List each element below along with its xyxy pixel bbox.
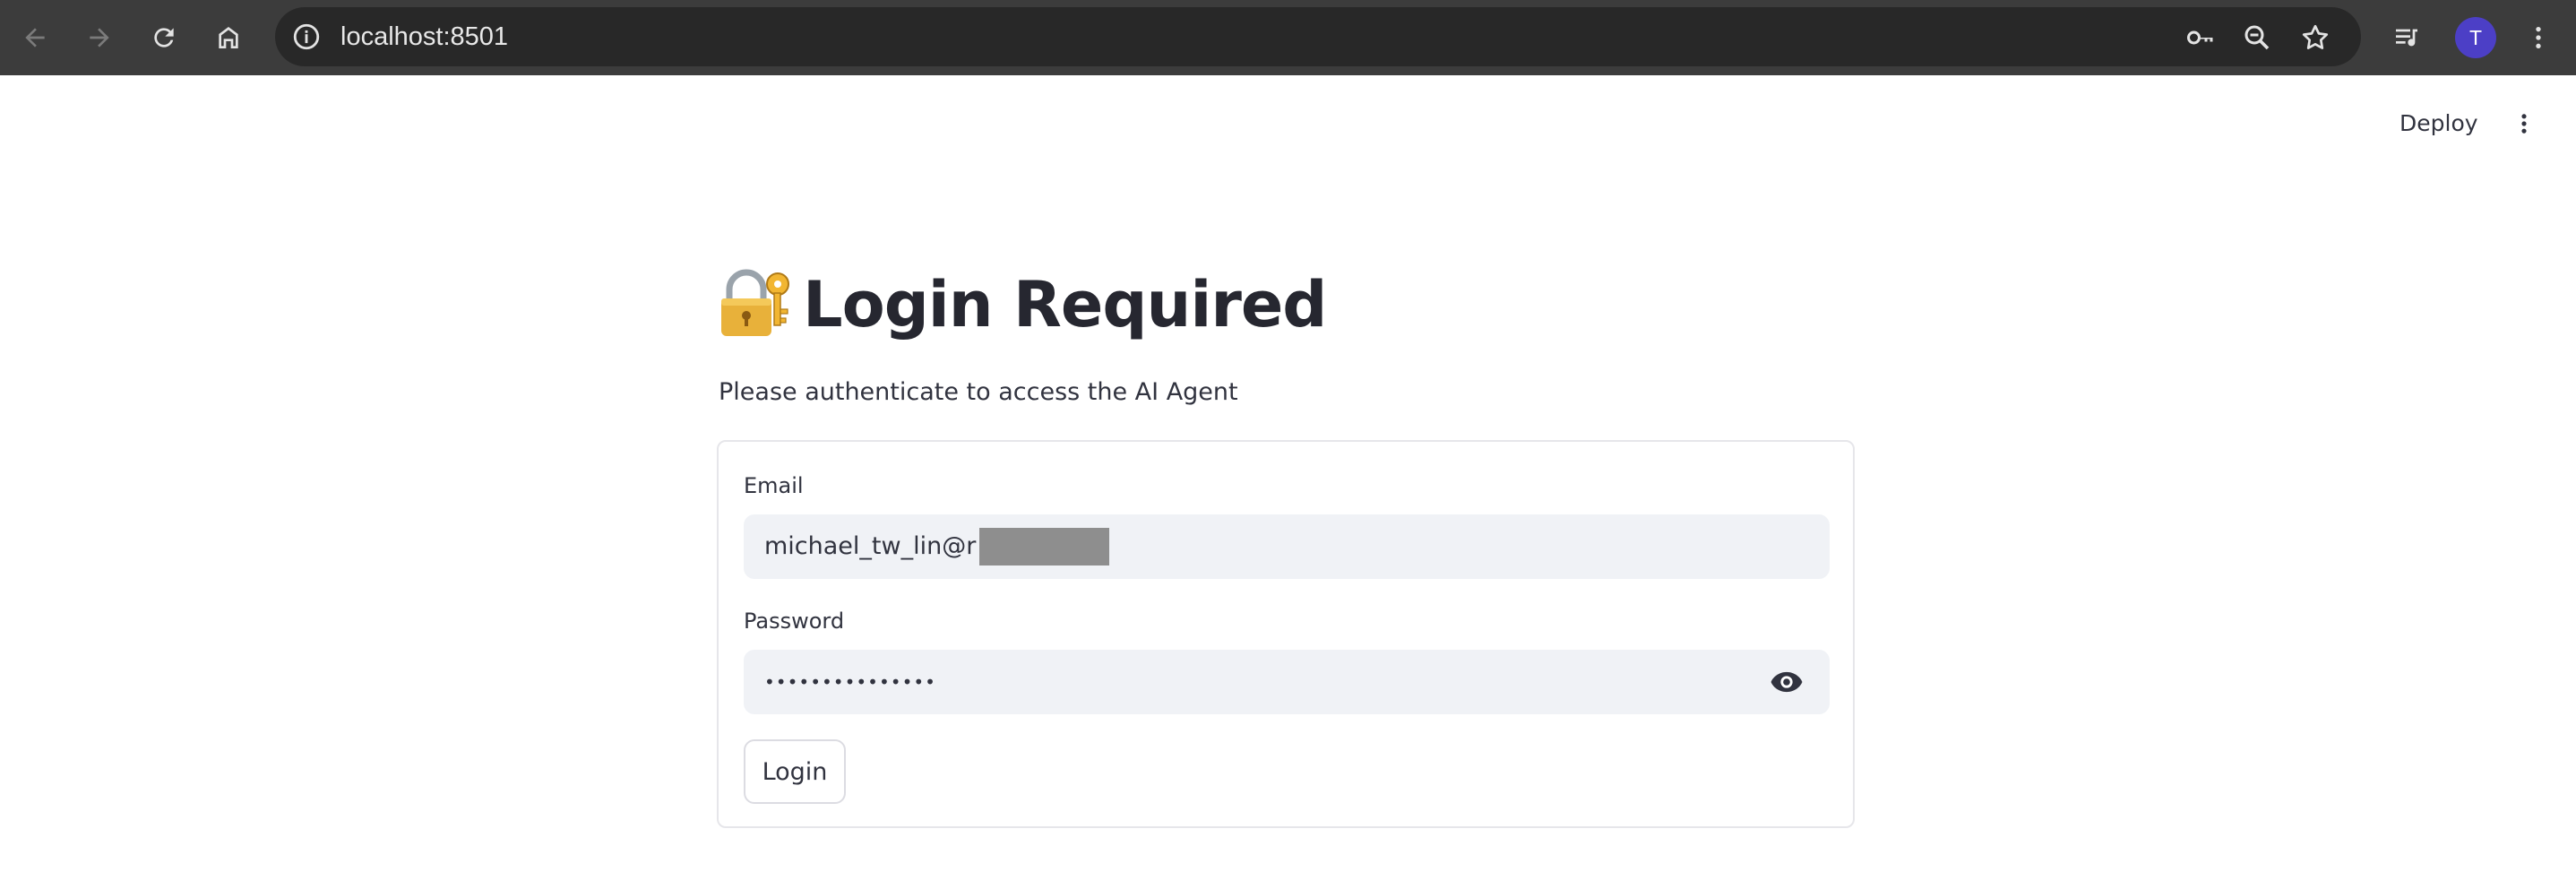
login-button[interactable]: Login	[744, 739, 846, 804]
home-button[interactable]	[206, 15, 251, 60]
reload-button[interactable]	[142, 15, 186, 60]
email-field[interactable]: michael_tw_lin@r	[744, 514, 1830, 579]
email-label: Email	[744, 473, 804, 498]
profile-avatar[interactable]: T	[2455, 17, 2496, 58]
main-menu-button[interactable]	[2508, 106, 2540, 142]
bookmark-star-icon[interactable]	[2299, 22, 2331, 54]
reload-icon	[154, 28, 174, 47]
reading-list-icon	[2396, 29, 2417, 47]
show-password-button[interactable]	[1769, 666, 1805, 698]
password-value[interactable]: •••••••••••••••	[764, 650, 936, 714]
locked-with-key-icon	[721, 269, 789, 336]
back-arrow-icon	[25, 28, 45, 47]
password-field[interactable]: •••••••••••••••	[744, 650, 1830, 714]
page-title: Login Required	[717, 260, 1327, 350]
password-key-icon[interactable]	[2184, 22, 2217, 54]
page-subtitle: Please authenticate to access the AI Age…	[719, 378, 1238, 406]
email-value[interactable]: michael_tw_lin@r	[764, 514, 976, 579]
page-heading: Login Required	[803, 268, 1327, 341]
eye-icon	[1770, 671, 1803, 693]
redaction-block	[979, 528, 1109, 566]
zoom-icon[interactable]	[2241, 22, 2273, 54]
url-text[interactable]: localhost:8501	[340, 7, 508, 66]
forward-arrow-icon	[90, 28, 109, 47]
forward-button[interactable]	[77, 15, 122, 60]
login-form: Email michael_tw_lin@r Password ••••••••…	[717, 440, 1855, 828]
reading-list-button[interactable]	[2384, 15, 2429, 60]
site-info-icon[interactable]	[291, 22, 322, 52]
address-bar[interactable]: localhost:8501	[275, 7, 2361, 66]
password-label: Password	[744, 609, 845, 634]
browser-toolbar: localhost:8501 T	[0, 0, 2576, 75]
home-icon	[219, 27, 238, 48]
chrome-menu-button[interactable]	[2516, 15, 2561, 60]
chrome-menu-icon	[2536, 27, 2541, 48]
back-button[interactable]	[13, 15, 57, 60]
kebab-menu-icon	[2521, 114, 2527, 134]
deploy-button[interactable]: Deploy	[2399, 106, 2478, 142]
